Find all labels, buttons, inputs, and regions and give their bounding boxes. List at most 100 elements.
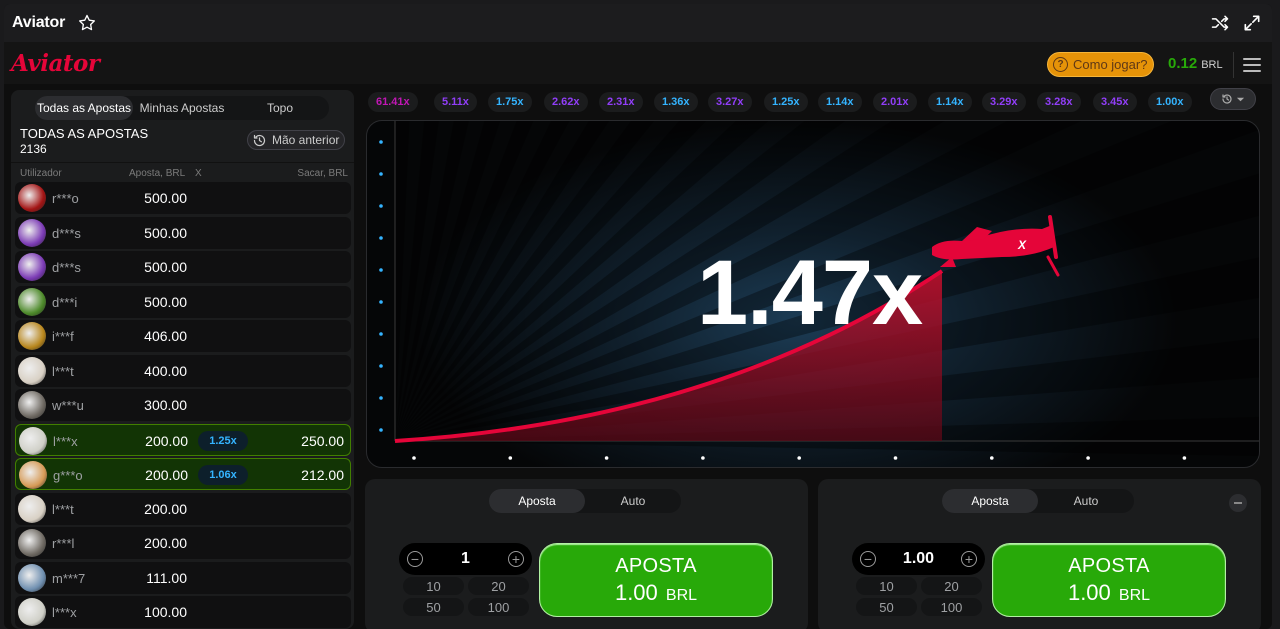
balance: 0.12 BRL	[1168, 55, 1223, 72]
history-chip: 1.14x	[818, 92, 862, 112]
bet-amount: 500.00	[144, 224, 187, 241]
y-axis-dots	[379, 140, 383, 432]
bet-user: l***x	[52, 605, 77, 620]
how-to-play-button[interactable]: ? Como jogar?	[1047, 52, 1154, 77]
bet-row: m***7 111.00	[15, 561, 351, 594]
place-bet-button[interactable]: APOSTA 1.00 BRL	[539, 543, 773, 617]
game-window: Aviator Aviator ? Como jogar? 0.12 BRL To…	[4, 4, 1272, 629]
quick-amount-button[interactable]: 50	[856, 598, 917, 616]
bet-user: i***f	[52, 329, 74, 344]
tab-auto[interactable]: Auto	[1038, 489, 1134, 513]
bet-user: l***t	[52, 363, 74, 379]
tab-all-bets[interactable]: Todas as Apostas	[35, 96, 133, 120]
bet-multiplier: 1.25x	[198, 430, 248, 451]
history-chip: 2.01x	[873, 92, 917, 112]
bet-amount: 500.00	[144, 190, 187, 206]
bet-amount: 200.00	[145, 467, 188, 483]
quick-amount-button[interactable]: 50	[403, 598, 464, 616]
avatar	[18, 529, 46, 557]
y-axis-dot	[379, 268, 383, 272]
bet-mode-tabs: Aposta Auto	[942, 489, 1134, 513]
history-dropdown-button[interactable]	[1210, 88, 1256, 110]
game-title: Aviator	[12, 14, 66, 31]
bet-amount: 100.00	[144, 604, 187, 620]
bet-user: d***i	[52, 294, 78, 310]
tab-my-bets[interactable]: Minhas Apostas	[133, 96, 231, 120]
history-chip: 2.62x	[544, 92, 588, 112]
place-bet-button[interactable]: APOSTA 1.00 BRL	[992, 543, 1226, 617]
x-axis-dot	[1182, 456, 1187, 460]
decrease-button[interactable]: −	[407, 551, 423, 567]
history-icon	[1222, 94, 1232, 104]
top-bar: Aviator	[4, 4, 1272, 42]
bet-mode-tabs: Aposta Auto	[489, 489, 681, 513]
hamburger-menu-icon[interactable]	[1243, 58, 1261, 72]
shuffle-icon[interactable]	[1210, 13, 1230, 33]
tab-top[interactable]: Topo	[231, 96, 329, 120]
history-chip: 1.00x	[1148, 92, 1192, 112]
bet-panel-1: Aposta Auto − 1 + 10 20 50 100 APOSTA 1.00 …	[365, 479, 808, 629]
bet-amount-value[interactable]: 1.00	[882, 550, 955, 568]
bet-row: l***x 100.00	[15, 596, 351, 628]
bet-user: r***o	[52, 191, 79, 206]
tab-bet[interactable]: Aposta	[942, 489, 1038, 513]
column-x: X	[195, 168, 202, 179]
y-axis-dot	[379, 236, 383, 240]
column-user: Utilizador	[20, 168, 62, 179]
bet-row: r***l 200.00	[15, 527, 351, 559]
x-axis-dot	[701, 456, 705, 460]
fullscreen-icon[interactable]	[1242, 13, 1262, 33]
y-axis-dot	[379, 332, 383, 336]
history-chip: 2.31x	[599, 92, 643, 112]
favorite-star-icon[interactable]	[77, 13, 97, 33]
avatar	[18, 494, 46, 523]
how-to-play-label: Como jogar?	[1073, 57, 1148, 72]
bet-user: w***u	[52, 398, 84, 413]
tab-auto[interactable]: Auto	[585, 489, 681, 513]
bet-row: d***s 500.00	[15, 251, 351, 283]
bet-button-label: APOSTA	[615, 554, 697, 577]
x-axis-dots	[412, 456, 1187, 460]
bet-row: g***o 200.00 1.06x 212.00	[15, 458, 351, 490]
y-axis-dot	[379, 364, 383, 368]
bet-cashout: 212.00	[301, 467, 344, 483]
quick-amount-button[interactable]: 100	[921, 598, 982, 616]
all-bets-count: 2136	[20, 142, 47, 156]
bet-row: w***u 300.00	[15, 389, 351, 421]
avatar	[18, 184, 46, 212]
bet-amount: 400.00	[144, 362, 187, 379]
decrease-button[interactable]: −	[860, 551, 876, 567]
avatar	[18, 598, 46, 626]
column-cashout: Sacar, BRL	[297, 168, 348, 179]
bet-amount-stepper: − 1 +	[399, 543, 532, 575]
previous-hand-button[interactable]: Mão anterior	[247, 130, 345, 150]
increase-button[interactable]: +	[508, 551, 524, 567]
bets-panel: Todas as Apostas Minhas Apostas Topo TOD…	[11, 90, 354, 629]
quick-amount-button[interactable]: 20	[468, 577, 529, 595]
increase-button[interactable]: +	[961, 551, 977, 567]
history-chip: 3.29x	[982, 92, 1026, 112]
avatar	[19, 461, 47, 489]
help-icon: ?	[1053, 57, 1068, 72]
y-axis-dot	[379, 204, 383, 208]
bet-row: i***f 406.00	[15, 320, 351, 352]
aviator-logo: Aviator	[11, 49, 100, 77]
quick-amount-button[interactable]: 10	[403, 577, 464, 595]
chevron-down-icon	[1236, 97, 1245, 101]
quick-amount-button[interactable]: 10	[856, 577, 917, 595]
y-axis-dot	[379, 396, 383, 400]
tab-bet[interactable]: Aposta	[489, 489, 585, 513]
column-bet: Aposta, BRL	[129, 168, 186, 179]
history-chip: 5.11x	[434, 92, 477, 112]
bet-row: d***s 500.00	[15, 216, 351, 249]
bet-amount-stepper: − 1.00 +	[852, 543, 985, 575]
history-chip: 1.75x	[488, 92, 532, 112]
y-axis-dot	[379, 172, 383, 176]
quick-amount-button[interactable]: 20	[921, 577, 982, 595]
x-axis-dot	[1086, 456, 1090, 460]
remove-panel-button[interactable]	[1229, 494, 1247, 512]
bet-amount-value[interactable]: 1	[429, 550, 502, 568]
quick-amount-button[interactable]: 100	[468, 598, 529, 616]
game-canvas: X 1.47x	[366, 120, 1260, 468]
bet-user: r***l	[52, 536, 75, 551]
